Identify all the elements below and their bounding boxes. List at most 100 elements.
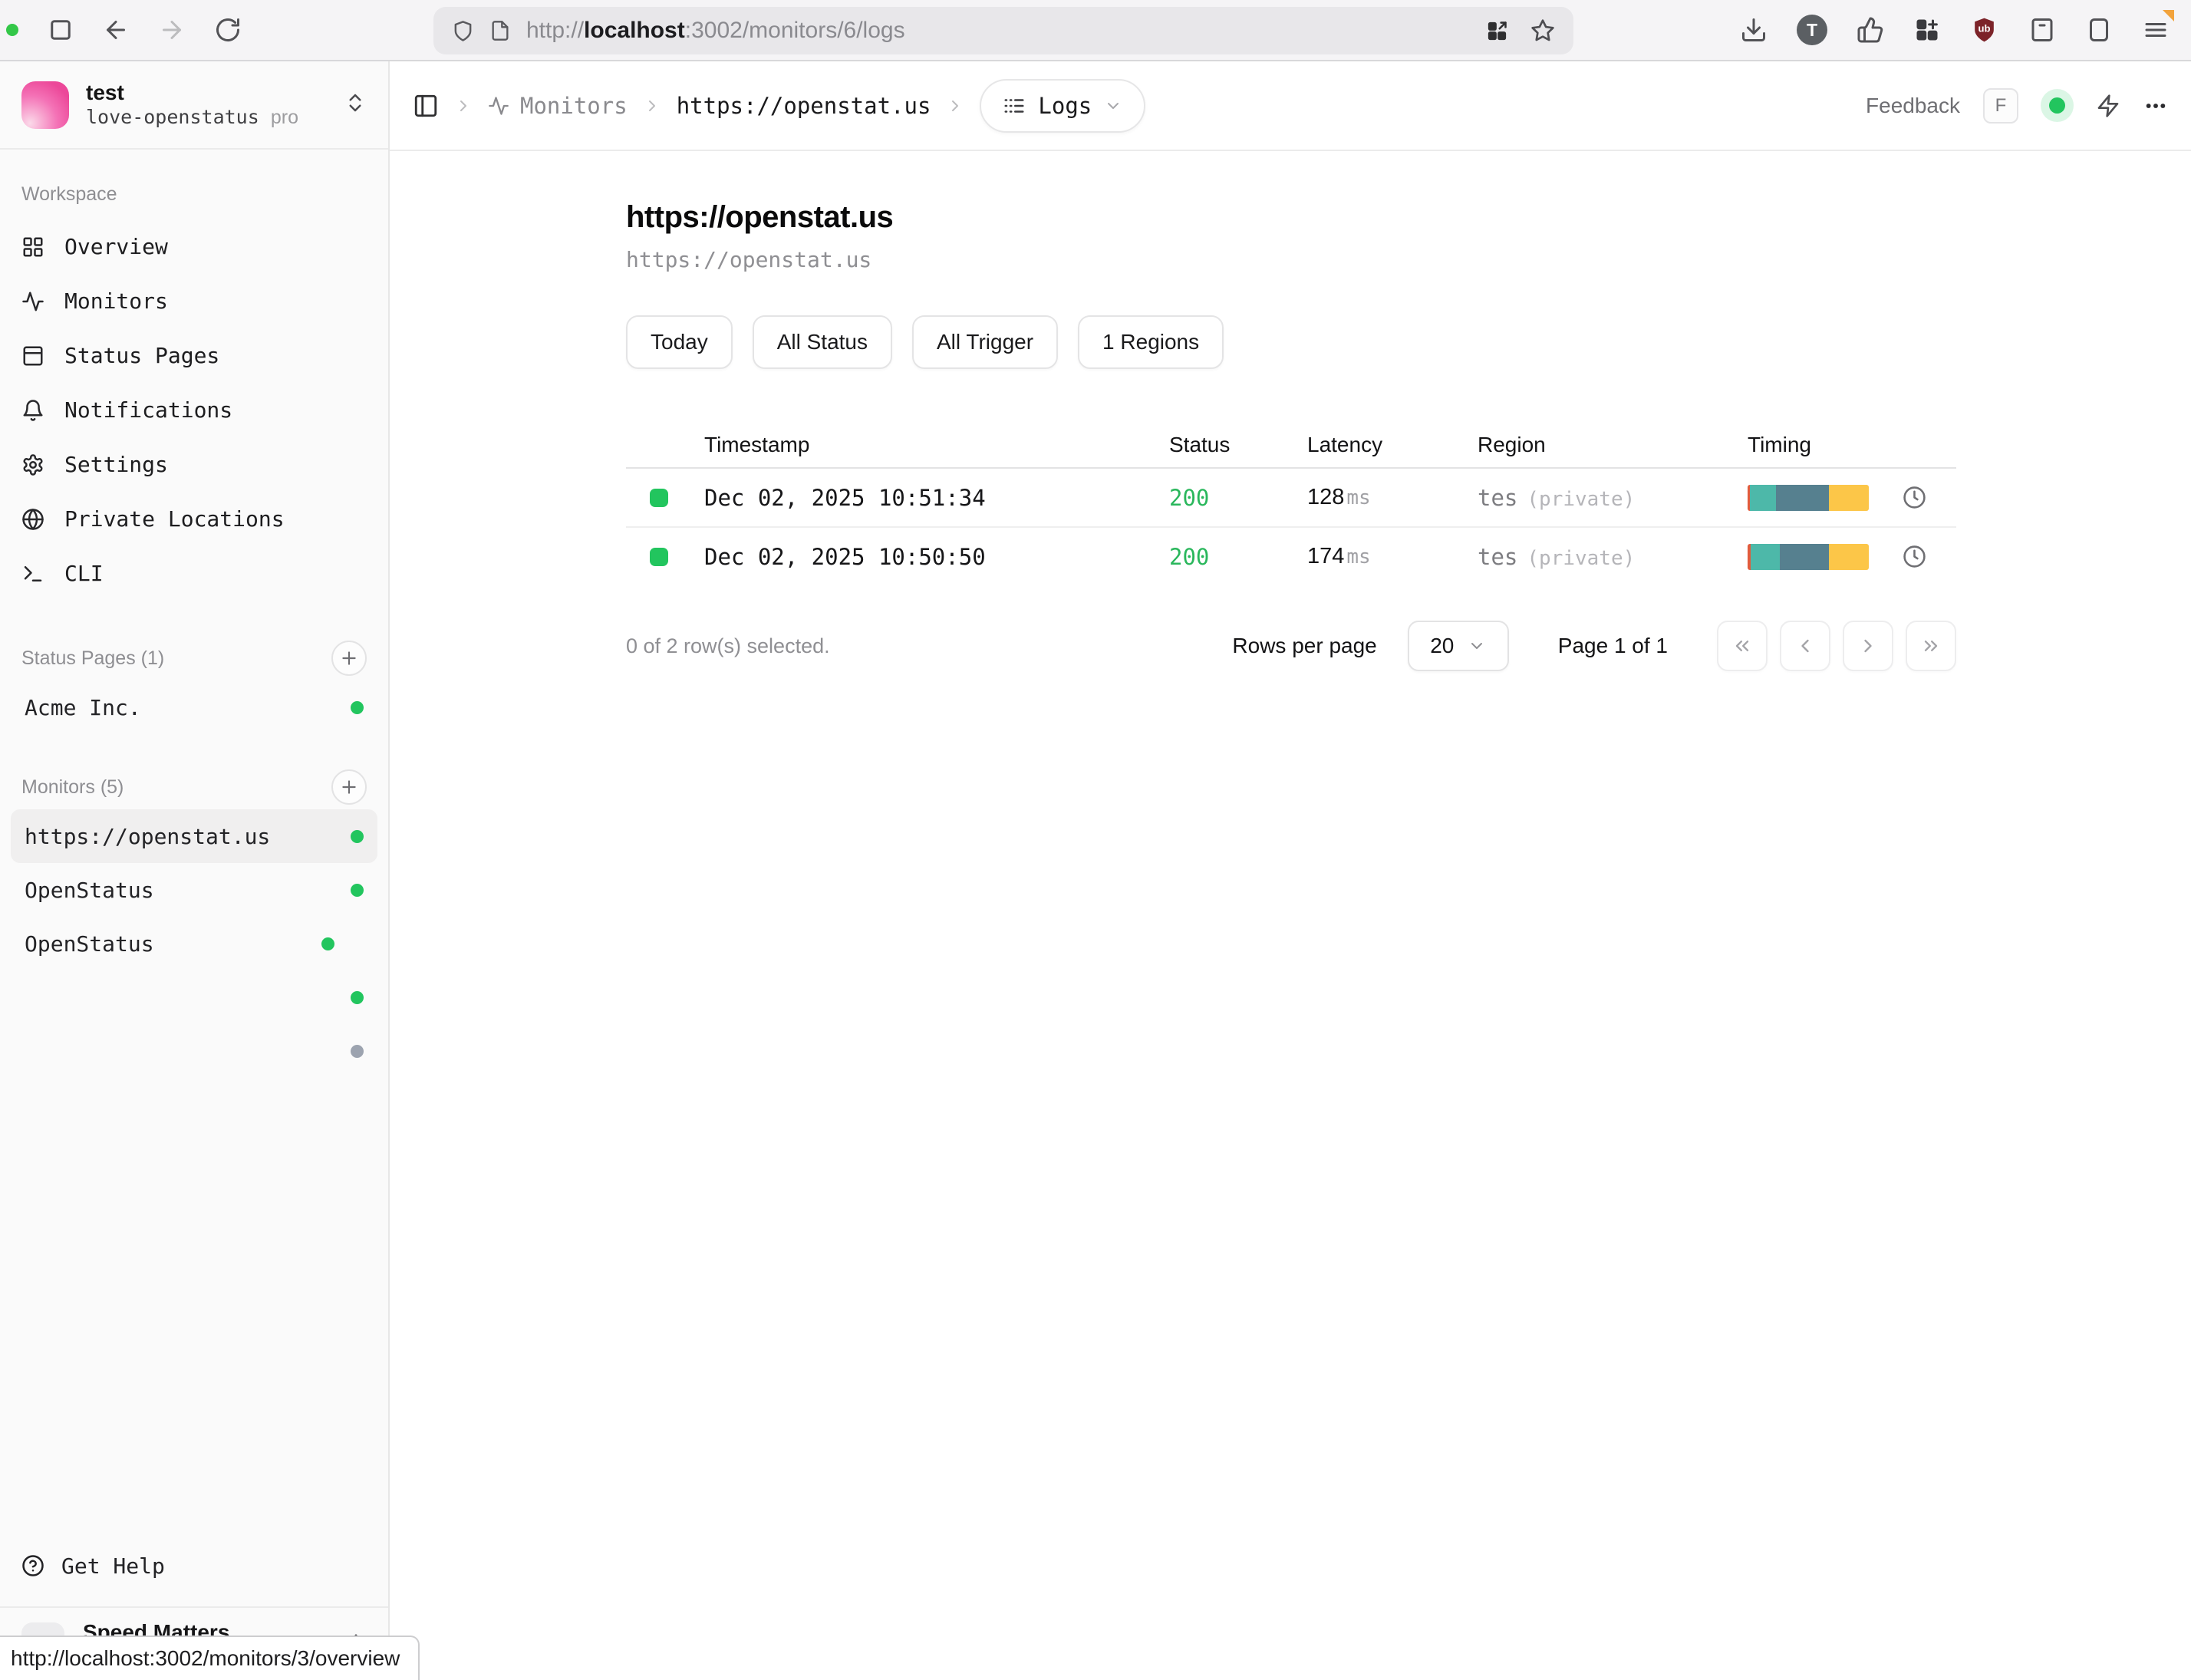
extensions-icon[interactable] (1913, 16, 1941, 44)
page-subtitle: https://openstat.us (626, 247, 2191, 272)
url-text[interactable]: http://localhost:3002/monitors/6/logs (526, 18, 905, 44)
cell-timestamp: Dec 02, 2025 10:51:34 (692, 485, 1157, 511)
filter-status[interactable]: All Status (753, 315, 892, 369)
timing-bar (1748, 485, 1869, 511)
prev-page-button[interactable] (1780, 621, 1830, 671)
monitor-item[interactable] (11, 1024, 377, 1078)
feedback-button[interactable]: Feedback (1866, 94, 1960, 118)
col-status[interactable]: Status (1157, 433, 1295, 457)
workspace-switcher[interactable]: test love-openstatus pro (0, 61, 388, 150)
gear-icon (21, 453, 44, 476)
chevron-left-icon (1794, 635, 1816, 657)
device-icon[interactable] (2085, 16, 2113, 44)
col-timing[interactable]: Timing (1735, 433, 1956, 457)
clock-icon[interactable] (1903, 545, 1926, 568)
panel-top-icon (21, 344, 44, 367)
add-monitor-button[interactable] (331, 769, 367, 805)
rows-per-page-select[interactable]: 20 (1408, 621, 1509, 671)
get-help-link[interactable]: Get Help (21, 1539, 367, 1593)
plus-icon (339, 648, 359, 668)
traffic-light-green[interactable] (6, 24, 18, 36)
page-info-icon[interactable] (489, 20, 511, 41)
last-page-button[interactable] (1906, 621, 1956, 671)
more-options-button[interactable] (2143, 94, 2168, 118)
cell-timing (1735, 544, 1956, 570)
timing-segment-connect (1750, 485, 1776, 511)
col-latency[interactable]: Latency (1295, 433, 1465, 457)
table-header: Timestamp Status Latency Region Timing (626, 423, 1956, 467)
cell-region: tes(private) (1465, 485, 1735, 511)
globe-icon (21, 508, 44, 531)
sidebar-item-settings[interactable]: Settings (21, 437, 367, 492)
monitor-item[interactable]: https://openstat.us (11, 809, 377, 863)
zap-icon[interactable] (2096, 94, 2120, 118)
monitor-item[interactable] (11, 970, 377, 1024)
filter-trigger[interactable]: All Trigger (912, 315, 1058, 369)
sidebar-item-overview[interactable]: Overview (21, 219, 367, 274)
sidebar: test love-openstatus pro Workspace Overv… (0, 61, 390, 1680)
monitor-item[interactable]: OpenStatus (11, 863, 377, 917)
chevron-right-icon (1857, 635, 1879, 657)
sidebar-item-monitors[interactable]: Monitors (21, 274, 367, 328)
reload-button[interactable] (214, 16, 242, 44)
bookmark-star-icon[interactable] (1530, 18, 1555, 43)
clock-icon[interactable] (1903, 486, 1926, 509)
add-status-page-button[interactable] (331, 641, 367, 676)
table-row[interactable]: Dec 02, 2025 10:51:34 200 128ms tes(priv… (626, 467, 1956, 526)
address-bar[interactable]: http://localhost:3002/monitors/6/logs (433, 7, 1573, 54)
activity-icon (488, 95, 509, 117)
container-tabs-icon[interactable] (2028, 16, 2056, 44)
sidebar-nav: Overview Monitors Status Pages Notificat… (21, 219, 367, 601)
status-page-item[interactable]: Acme Inc. (11, 680, 377, 734)
status-dot (351, 701, 364, 714)
cell-latency: 174ms (1295, 544, 1465, 569)
cell-region: tes(private) (1465, 544, 1735, 570)
monitor-item[interactable]: OpenStatus (11, 917, 377, 970)
logs-list-icon (1003, 94, 1026, 117)
sidebar-item-private-locations[interactable]: Private Locations (21, 492, 367, 546)
feedback-shortcut-key: F (1983, 88, 2018, 124)
selection-summary: 0 of 2 row(s) selected. (626, 634, 830, 658)
sidebar-item-cli[interactable]: CLI (21, 546, 367, 601)
row-status-square (650, 489, 668, 507)
chevrons-up-down-icon (344, 91, 367, 118)
col-region[interactable]: Region (1465, 433, 1735, 457)
window-icon[interactable] (47, 16, 74, 44)
chevron-down-icon (1468, 637, 1486, 655)
cell-latency: 128ms (1295, 485, 1465, 510)
table-row[interactable]: Dec 02, 2025 10:50:50 200 174ms tes(priv… (626, 526, 1956, 585)
view-selector-logs[interactable]: Logs (980, 79, 1145, 133)
cell-status: 200 (1157, 544, 1295, 570)
first-page-button[interactable] (1717, 621, 1768, 671)
back-button[interactable] (102, 16, 130, 44)
chevron-right-icon (454, 97, 473, 115)
plus-icon (339, 777, 359, 797)
filter-regions[interactable]: 1 Regions (1078, 315, 1224, 369)
chevron-right-icon (643, 97, 661, 115)
table-footer: 0 of 2 row(s) selected. Rows per page 20… (626, 621, 1956, 671)
profile-avatar[interactable]: T (1797, 15, 1827, 45)
status-dot (351, 1045, 364, 1058)
thumbs-up-extension-icon[interactable] (1857, 16, 1884, 44)
chevron-down-icon (1104, 97, 1122, 115)
tab-grid-icon[interactable] (1485, 19, 1509, 43)
bell-icon (21, 399, 44, 422)
cell-status: 200 (1157, 485, 1295, 511)
downloads-icon[interactable] (1740, 16, 1768, 44)
timing-segment-connect (1751, 544, 1780, 570)
forward-button[interactable] (158, 16, 186, 44)
next-page-button[interactable] (1843, 621, 1893, 671)
terminal-icon (21, 562, 44, 585)
breadcrumb-monitors[interactable]: Monitors (488, 93, 628, 119)
breadcrumb-monitor-name[interactable]: https://openstat.us (677, 93, 931, 119)
col-timestamp[interactable]: Timestamp (692, 433, 1157, 457)
timing-segment-ttfb (1829, 544, 1869, 570)
filter-date[interactable]: Today (626, 315, 733, 369)
sidebar-toggle-button[interactable] (413, 93, 439, 119)
sidebar-item-notifications[interactable]: Notifications (21, 383, 367, 437)
menu-hamburger-icon[interactable] (2142, 16, 2170, 44)
shield-icon[interactable] (452, 20, 474, 42)
sidebar-item-status-pages[interactable]: Status Pages (21, 328, 367, 383)
logs-table: Timestamp Status Latency Region Timing D… (626, 423, 1956, 585)
ublock-icon[interactable]: ub (1970, 16, 1998, 44)
